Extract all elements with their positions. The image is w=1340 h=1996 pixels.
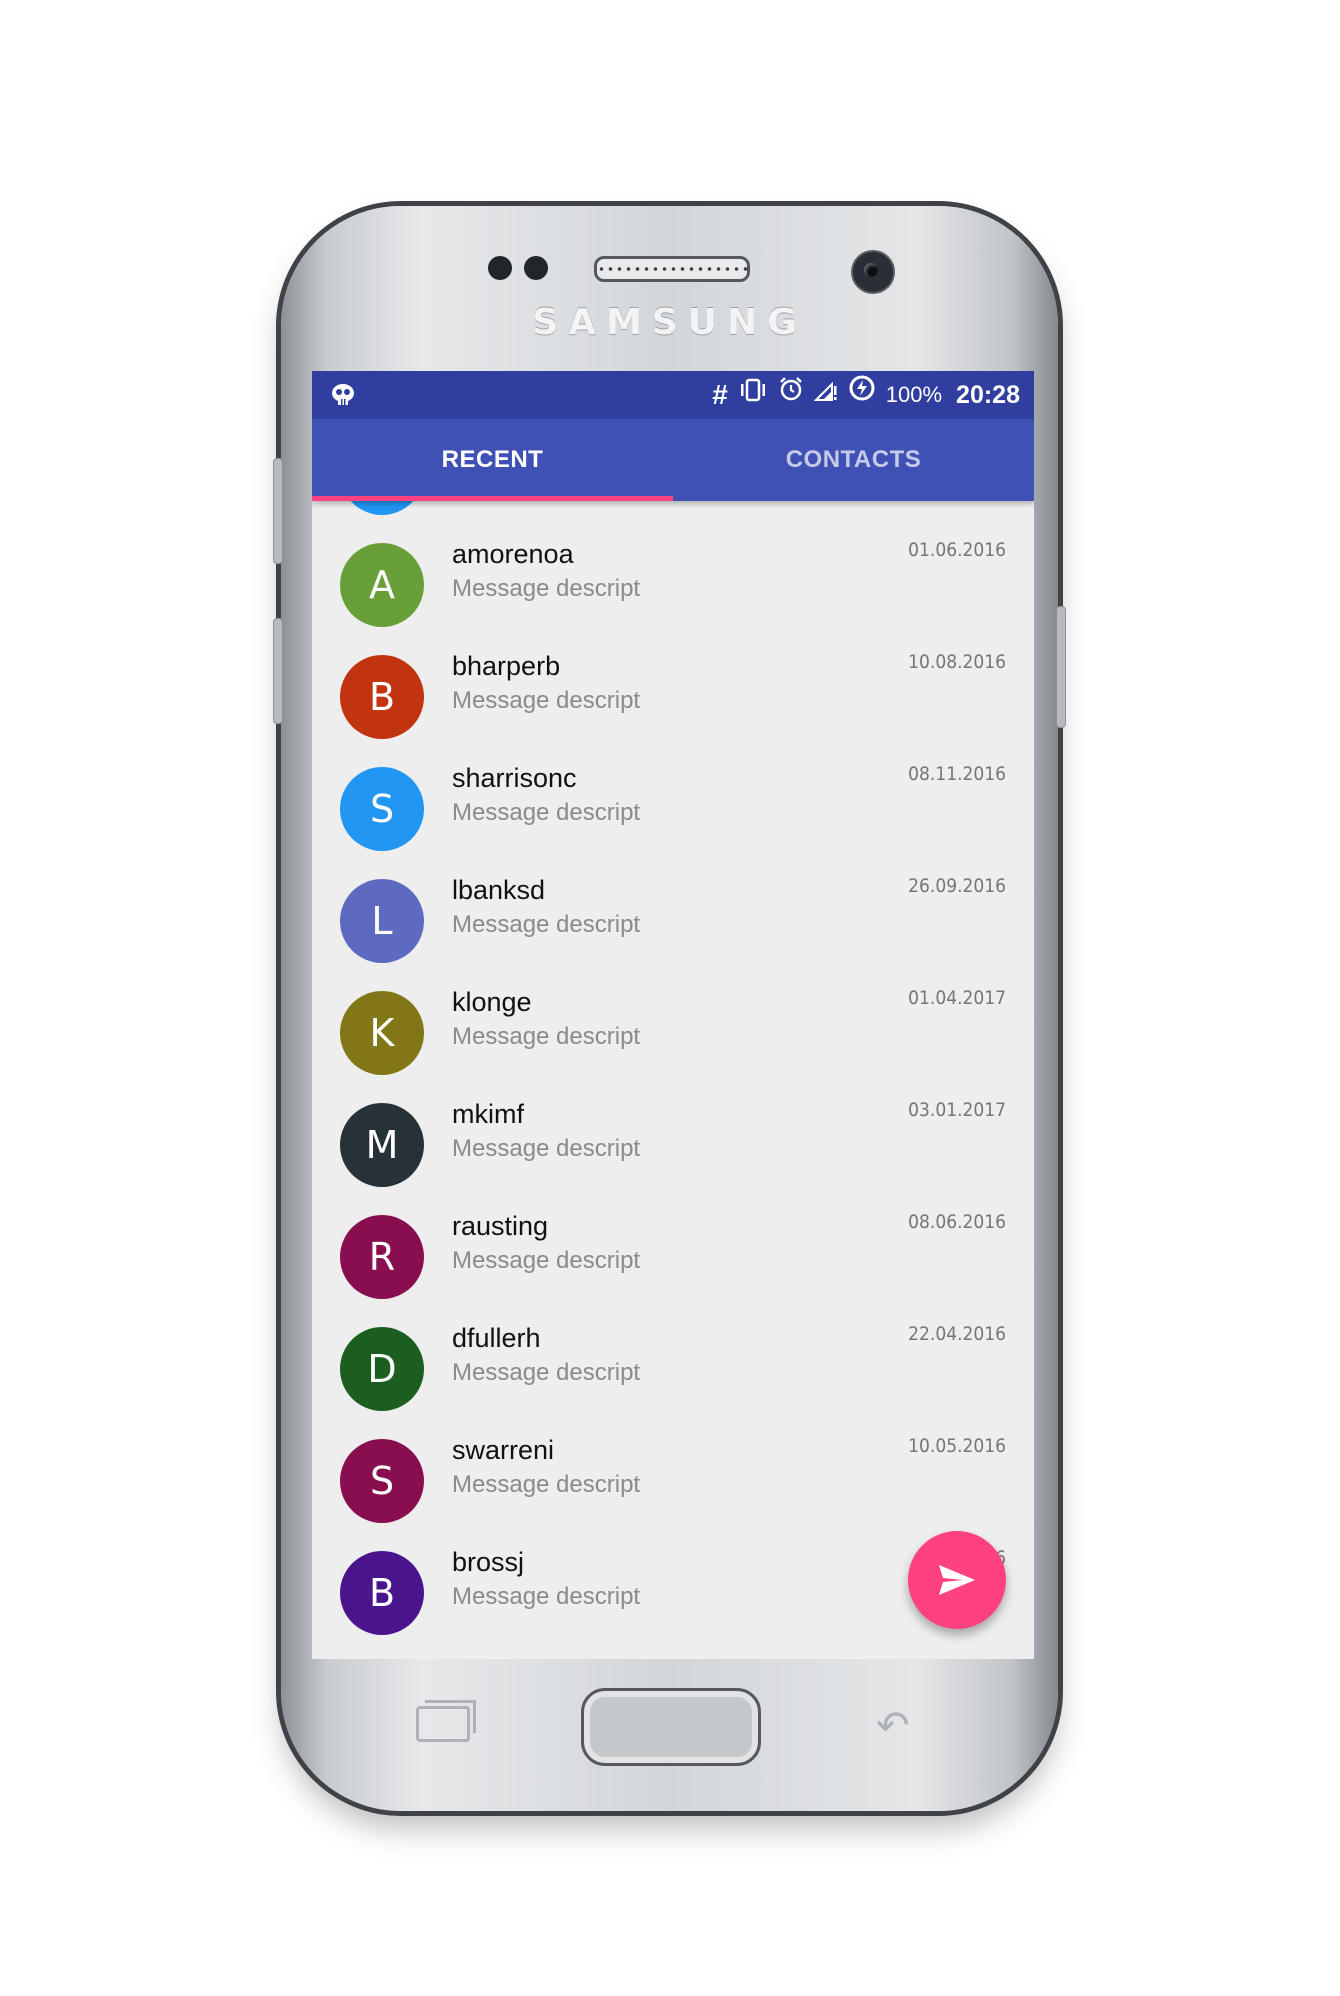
- tab-indicator: [312, 496, 673, 501]
- tab-bar: RECENT CONTACTS: [312, 419, 1034, 501]
- avatar: L: [340, 879, 424, 963]
- message-preview: Message descript: [452, 1583, 641, 1610]
- message-date: 26.09.2016: [908, 875, 1006, 897]
- battery-percent: 100%: [885, 382, 943, 407]
- avatar: K: [340, 991, 424, 1075]
- tab-contacts[interactable]: CONTACTS: [673, 419, 1034, 501]
- send-icon: [939, 1565, 975, 1595]
- home-button[interactable]: [581, 1688, 761, 1766]
- contact-name: bharperb: [452, 651, 561, 681]
- message-date: 22.04.2016: [908, 1323, 1006, 1345]
- contact-name: amorenoa: [452, 539, 574, 569]
- volume-button: [273, 458, 283, 564]
- avatar: M: [340, 1103, 424, 1187]
- contact-name: klonge: [452, 987, 532, 1017]
- tab-recent[interactable]: RECENT: [312, 419, 673, 501]
- conversation-row[interactable]: Mmkimf Message descript 03.01.2017: [312, 1081, 1034, 1193]
- message-date: 08.11.2016: [908, 763, 1006, 785]
- message-preview: Message descript: [452, 911, 641, 938]
- conversation-row[interactable]: Kklonge Message descript 01.04.2017: [312, 969, 1034, 1081]
- conversation-row[interactable]: Rrausting Message descript 08.06.2016: [312, 1193, 1034, 1305]
- power-button: [1056, 606, 1066, 728]
- clock: 20:28: [956, 380, 1020, 409]
- app-screen: # 100% 20:28 RECENT CONTACTS AMessage de…: [312, 371, 1034, 1659]
- avatar: S: [340, 767, 424, 851]
- light-sensor: [524, 256, 548, 280]
- contact-name: dfullerh: [452, 1323, 541, 1353]
- message-preview: Message descript: [452, 687, 641, 714]
- message-preview: Message descript: [452, 1471, 641, 1498]
- avatar: B: [340, 1551, 424, 1635]
- message-preview: Message descript: [452, 799, 641, 826]
- message-date: 01.06.2016: [908, 539, 1006, 561]
- earpiece-speaker: [594, 256, 750, 282]
- avatar: D: [340, 1327, 424, 1411]
- send-fab[interactable]: [908, 1531, 1006, 1629]
- message-date: 10.08.2016: [908, 651, 1006, 673]
- brand-logo: SAMSUNG: [532, 302, 807, 343]
- contact-name: lbanksd: [452, 875, 546, 905]
- conversation-row[interactable]: Aamorenoa Message descript 01.06.2016: [312, 521, 1034, 633]
- conversation-row[interactable]: Ddfullerh Message descript 22.04.2016: [312, 1305, 1034, 1417]
- message-preview: Message descript: [452, 1359, 641, 1386]
- contact-name: mkimf: [452, 1099, 524, 1129]
- avatar: A: [340, 543, 424, 627]
- avatar: R: [340, 1215, 424, 1299]
- message-preview: Message descript: [452, 575, 641, 602]
- message-date: 10.05.2016: [908, 1435, 1006, 1457]
- back-key[interactable]: ↶: [876, 1703, 910, 1749]
- avatar: S: [340, 1439, 424, 1523]
- contact-name: sharrisonc: [452, 763, 577, 793]
- conversation-row[interactable]: Ssharrisonc Message descript 08.11.2016: [312, 745, 1034, 857]
- message-date: 03.01.2017: [908, 1099, 1006, 1121]
- contact-name: swarreni: [452, 1435, 555, 1465]
- conversation-row[interactable]: Llbanksd Message descript 26.09.2016: [312, 857, 1034, 969]
- message-preview: Message descript: [452, 1135, 641, 1162]
- message-preview: Message descript: [452, 1247, 641, 1274]
- message-date: 01.04.2017: [908, 987, 1006, 1009]
- contact-name: brossj: [452, 1547, 525, 1577]
- conversation-row[interactable]: Sswarreni Message descript 10.05.2016: [312, 1417, 1034, 1529]
- message-preview: Message descript: [452, 1023, 641, 1050]
- contact-name: rausting: [452, 1211, 549, 1241]
- message-date: 08.06.2016: [908, 1211, 1006, 1233]
- recent-apps-key[interactable]: [416, 1700, 476, 1742]
- conversation-row[interactable]: Bbharperb Message descript 10.08.2016: [312, 633, 1034, 745]
- avatar: B: [340, 655, 424, 739]
- proximity-sensor: [488, 256, 512, 280]
- front-camera: [851, 250, 895, 294]
- bixby-button: [273, 618, 283, 724]
